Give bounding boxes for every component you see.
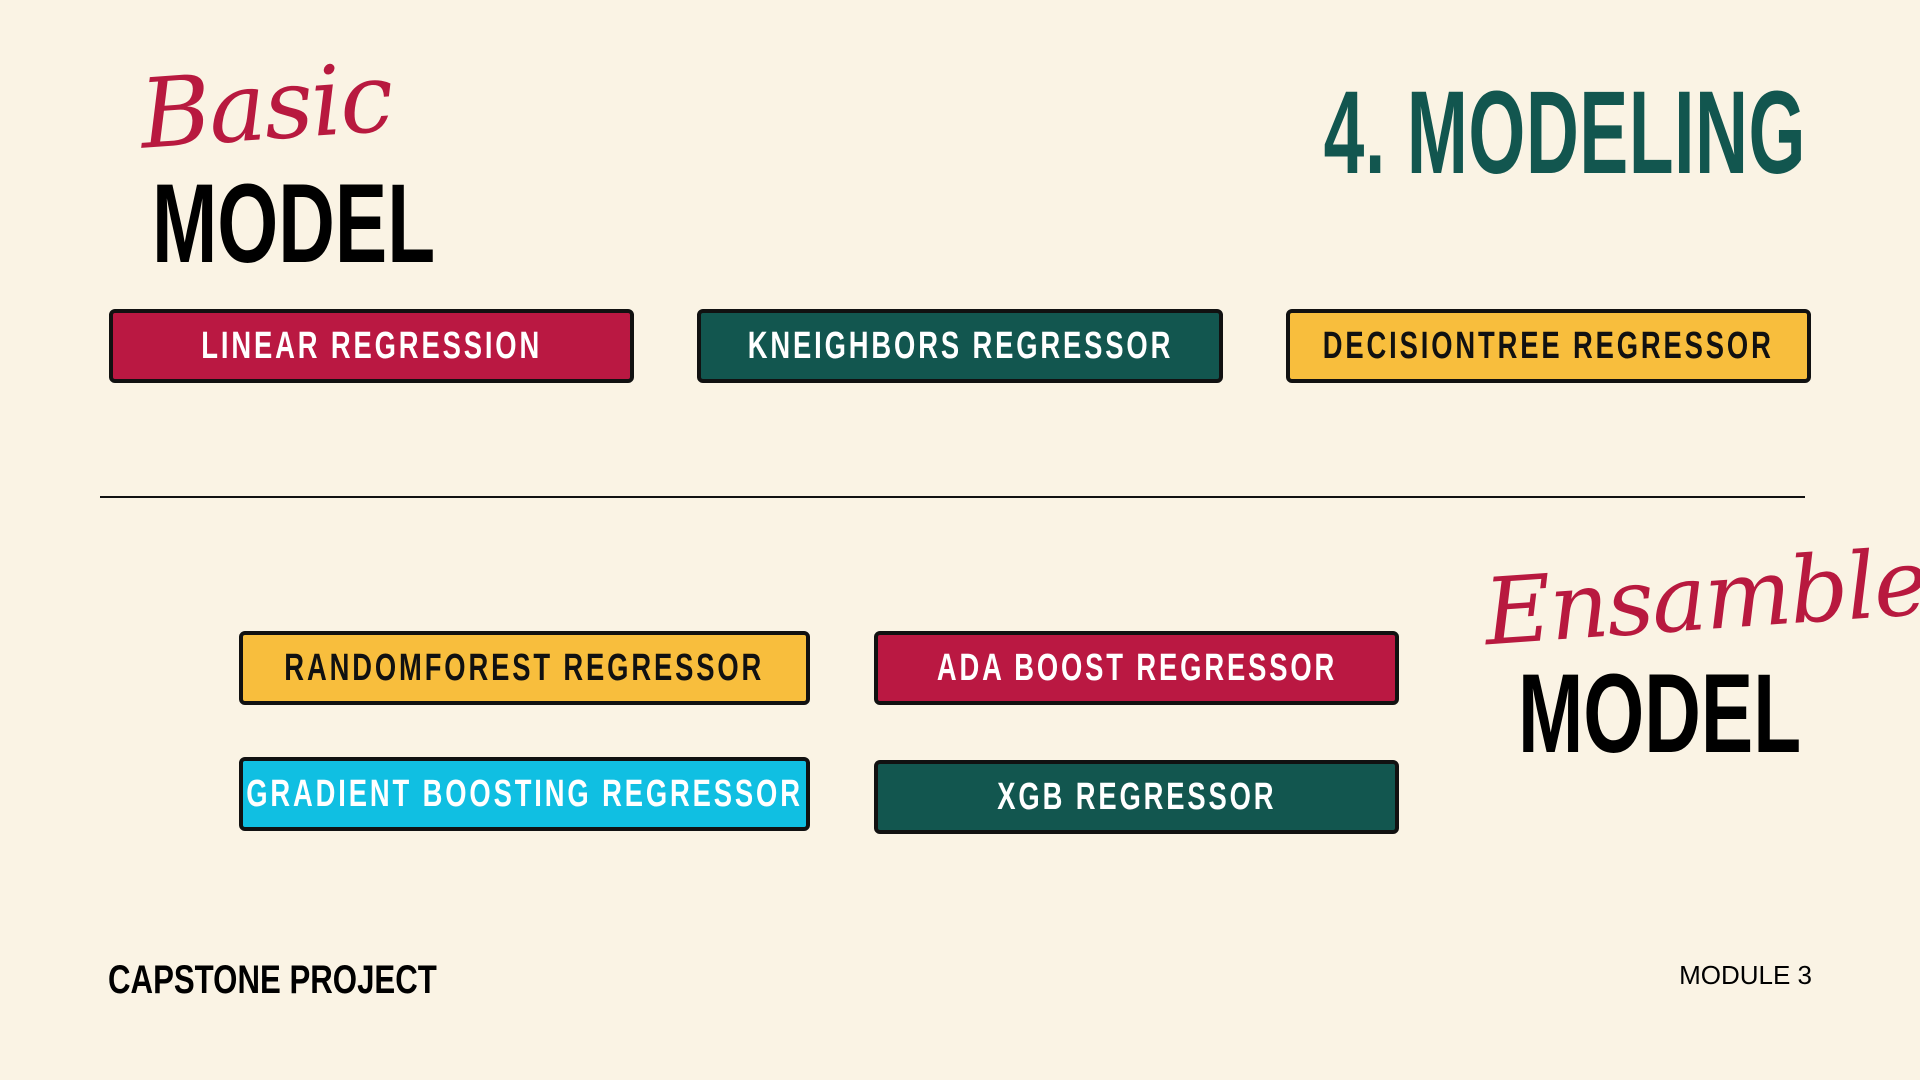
ada-boost-regressor-tag: ADA BOOST REGRESSOR xyxy=(874,631,1399,705)
slide-title: 4. MODELING xyxy=(1323,67,1806,199)
linear-regression-tag: LINEAR REGRESSION xyxy=(109,309,634,383)
basic-model-heading: MODEL xyxy=(152,161,436,286)
kneighbors-regressor-label: KNEIGHBORS REGRESSOR xyxy=(747,324,1173,367)
randomforest-regressor-tag: RANDOMFOREST REGRESSOR xyxy=(239,631,810,705)
ensemble-script-heading: Ensamble xyxy=(1480,528,1920,667)
gradient-boosting-regressor-label: GRADIENT BOOSTING REGRESSOR xyxy=(246,772,803,815)
linear-regression-label: LINEAR REGRESSION xyxy=(201,324,542,367)
ada-boost-regressor-label: ADA BOOST REGRESSOR xyxy=(936,646,1337,689)
ensemble-model-heading: MODEL xyxy=(1518,651,1802,776)
xgb-regressor-tag: XGB REGRESSOR xyxy=(874,760,1399,834)
slide: 4. MODELING Basic MODEL LINEAR REGRESSIO… xyxy=(0,0,1920,1080)
kneighbors-regressor-tag: KNEIGHBORS REGRESSOR xyxy=(697,309,1223,383)
xgb-regressor-label: XGB REGRESSOR xyxy=(996,775,1277,818)
decisiontree-regressor-tag: DECISIONTREE REGRESSOR xyxy=(1286,309,1811,383)
gradient-boosting-regressor-tag: GRADIENT BOOSTING REGRESSOR xyxy=(239,757,810,831)
randomforest-regressor-label: RANDOMFOREST REGRESSOR xyxy=(284,646,765,689)
basic-script-heading: Basic xyxy=(136,41,396,171)
decisiontree-regressor-label: DECISIONTREE REGRESSOR xyxy=(1322,324,1775,367)
footer-project-title: CAPSTONE PROJECT xyxy=(108,958,437,1002)
footer-module-label: MODULE 3 xyxy=(1679,960,1812,990)
section-divider xyxy=(100,496,1805,498)
